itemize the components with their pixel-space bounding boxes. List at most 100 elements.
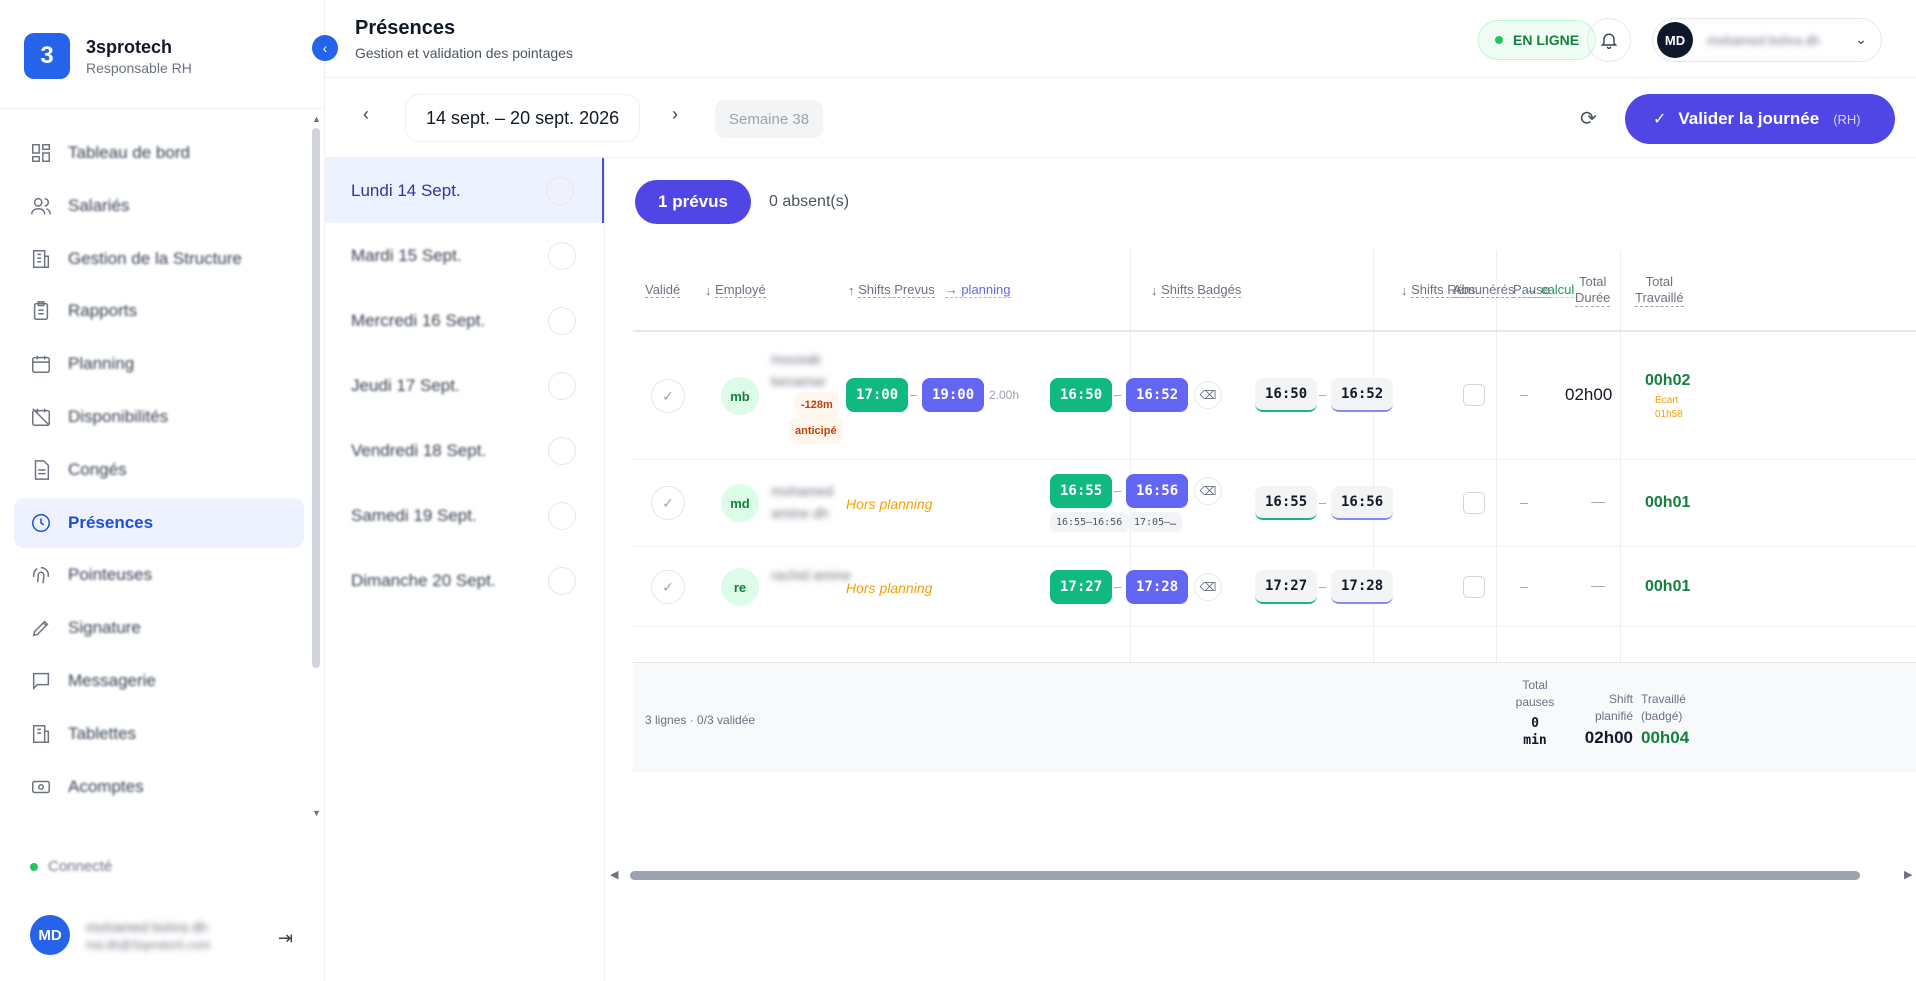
previous-week-button[interactable]: ‹ xyxy=(363,104,369,125)
chevron-down-icon: ⌄ xyxy=(1855,31,1867,47)
day-item[interactable]: Mercredi 16 Sept. xyxy=(325,288,604,353)
sidebar-item-time-clocks[interactable]: Pointeuses xyxy=(14,550,304,600)
badge-start-chip[interactable]: 17:27 xyxy=(1050,570,1113,604)
header-absence[interactable]: Abs. xyxy=(1453,250,1480,330)
week-range-picker[interactable]: 14 sept. – 20 sept. 2026 xyxy=(405,94,641,142)
sidebar-item-label: Acomptes xyxy=(68,776,144,796)
day-item[interactable]: Dimanche 20 Sept. xyxy=(325,548,604,613)
check-icon: ✓ xyxy=(662,578,674,595)
scroll-right-icon[interactable]: ▶ xyxy=(1904,868,1912,881)
absent-filter[interactable]: 0 absent(s) xyxy=(769,193,849,211)
absence-checkbox[interactable] xyxy=(1463,492,1485,514)
paid-start-field[interactable]: 16:50 xyxy=(1255,378,1318,412)
header-employee[interactable]: ↓ Employé xyxy=(705,250,766,330)
sidebar-item-reports[interactable]: Rapports xyxy=(14,286,304,336)
planned-end-chip[interactable]: 19:00 xyxy=(922,378,985,412)
paid-end-field[interactable]: 16:52 xyxy=(1331,378,1394,412)
logout-icon[interactable]: ⇥ xyxy=(278,928,293,949)
day-item[interactable]: Vendredi 18 Sept. xyxy=(325,418,604,483)
scroll-left-icon[interactable]: ◀ xyxy=(610,868,618,881)
header-total-worked[interactable]: Total Travaillé xyxy=(1635,250,1684,330)
badge-end-chip[interactable]: 17:28 xyxy=(1126,570,1189,604)
bell-icon xyxy=(1600,33,1618,49)
sidebar-user[interactable]: MD mohamed bohra dh md.dh@3sprotech.com xyxy=(30,915,210,955)
badge-end-chip[interactable]: 16:56 xyxy=(1126,474,1189,508)
absence-checkbox[interactable] xyxy=(1463,384,1485,406)
sidebar-item-structure[interactable]: Gestion de la Structure xyxy=(14,234,304,284)
next-week-button[interactable]: › xyxy=(672,104,678,125)
connection-status-label: Connecté xyxy=(48,858,113,875)
badge-start-chip[interactable]: 16:50 xyxy=(1050,378,1113,412)
header-total-duration[interactable]: Total Durée xyxy=(1575,250,1611,330)
sidebar-item-messaging[interactable]: Messagerie xyxy=(14,656,304,706)
day-item[interactable]: Mardi 15 Sept. xyxy=(325,223,604,288)
sidebar-item-signature[interactable]: Signature xyxy=(14,603,304,653)
worked-total-label: Travaillé xyxy=(1641,692,1686,706)
horizontal-scroll-thumb[interactable] xyxy=(630,871,1860,880)
validate-day-button[interactable]: ✓ Valider la journée (RH) xyxy=(1625,94,1895,144)
document-icon xyxy=(34,459,50,480)
eraser-icon[interactable]: ⌫ xyxy=(1194,381,1222,409)
day-item[interactable]: Lundi 14 Sept. xyxy=(325,158,604,223)
week-number-badge: Semaine 38 xyxy=(715,100,824,138)
planned-start-chip[interactable]: 17:00 xyxy=(846,378,909,412)
brand[interactable]: 3 3sprotech Responsable RH xyxy=(24,33,192,79)
absence-checkbox[interactable] xyxy=(1463,576,1485,598)
scroll-up-icon[interactable]: ▲ xyxy=(312,114,321,124)
validate-row-button[interactable]: ✓ xyxy=(651,486,685,520)
paid-start-field[interactable]: 16:55 xyxy=(1255,486,1318,520)
day-status-circle xyxy=(548,242,576,270)
paid-end-field[interactable]: 16:56 xyxy=(1331,486,1394,520)
sidebar-item-dashboard[interactable]: Tableau de bord xyxy=(14,128,304,178)
check-icon: ✓ xyxy=(662,387,674,404)
sidebar-item-employees[interactable]: Salariés xyxy=(14,181,304,231)
scroll-down-icon[interactable]: ▼ xyxy=(312,808,321,818)
day-item[interactable]: Samedi 19 Sept. xyxy=(325,483,604,548)
sidebar-item-label: Salariés xyxy=(68,195,130,215)
planned-filter-pill[interactable]: 1 prévus xyxy=(635,180,751,224)
sidebar-scrollbar[interactable]: ▲ ▼ xyxy=(312,114,321,818)
sidebar-item-label: Congés xyxy=(68,459,127,479)
header-badged-shifts[interactable]: ↓ Shifts Badgés xyxy=(1151,250,1242,330)
sidebar-item-presences[interactable]: Présences xyxy=(14,497,304,548)
refresh-icon[interactable]: ⟳ xyxy=(1580,106,1597,131)
badge-segment: 16:55–16:56 xyxy=(1050,512,1129,532)
validate-row-button[interactable]: ✓ xyxy=(651,570,685,604)
validate-row-button[interactable]: ✓ xyxy=(651,379,685,413)
eraser-icon[interactable]: ⌫ xyxy=(1194,477,1222,505)
sidebar-item-advances[interactable]: Acomptes xyxy=(14,762,304,812)
status-dot-icon xyxy=(30,862,38,871)
sidebar-scroll-thumb[interactable] xyxy=(312,128,320,668)
day-label: Samedi 19 Sept. xyxy=(351,505,477,525)
header-pause[interactable]: Pause xyxy=(1513,250,1550,330)
sidebar-item-planning[interactable]: Planning xyxy=(14,339,304,389)
check-icon: ✓ xyxy=(1653,111,1667,128)
paid-end-field[interactable]: 17:28 xyxy=(1331,570,1394,604)
calendar-off-icon xyxy=(32,408,50,426)
paid-start-field[interactable]: 17:27 xyxy=(1255,570,1318,604)
user-menu-button[interactable]: MD mohamed bohra dh ⌄ xyxy=(1652,18,1882,62)
table-row[interactable]: ✓ mb mousab benamar -128m anticipé 17:00… xyxy=(633,332,1916,460)
notifications-button[interactable] xyxy=(1587,18,1631,62)
horizontal-scrollbar[interactable]: ◀ ▶ xyxy=(606,868,1916,882)
sidebar-item-label: Pointeuses xyxy=(68,565,153,585)
sidebar-item-label: Tablettes xyxy=(68,723,137,743)
connection-status: Connecté xyxy=(30,858,112,875)
table-row[interactable]: ✓ re rachid amine Hors planning 17:27 – … xyxy=(633,547,1916,627)
sidebar-item-tablets[interactable]: Tablettes xyxy=(14,709,304,759)
header-planned-shifts[interactable]: ↑ Shifts Prevus → planning xyxy=(848,250,1011,330)
badge-start-chip[interactable]: 16:55 xyxy=(1050,474,1113,508)
eraser-icon[interactable]: ⌫ xyxy=(1194,573,1222,601)
table-row[interactable]: ✓ md mohamed amine dh Hors planning 16:5… xyxy=(633,460,1916,547)
range-dash: – xyxy=(1114,483,1122,498)
badge-end-chip[interactable]: 16:52 xyxy=(1126,378,1189,412)
sidebar-item-availability[interactable]: Disponibilités xyxy=(14,392,304,442)
total-duration-value: 02h00 xyxy=(1565,385,1613,404)
range-dash: – xyxy=(910,387,918,402)
planning-link[interactable]: → planning xyxy=(944,282,1011,298)
header-validated[interactable]: Validé xyxy=(645,250,681,330)
sidebar-item-label: Présences xyxy=(68,512,154,532)
day-item[interactable]: Jeudi 17 Sept. xyxy=(325,353,604,418)
sidebar-item-leave[interactable]: Congés xyxy=(14,445,304,495)
collapse-sidebar-button[interactable]: ‹ xyxy=(312,35,338,61)
